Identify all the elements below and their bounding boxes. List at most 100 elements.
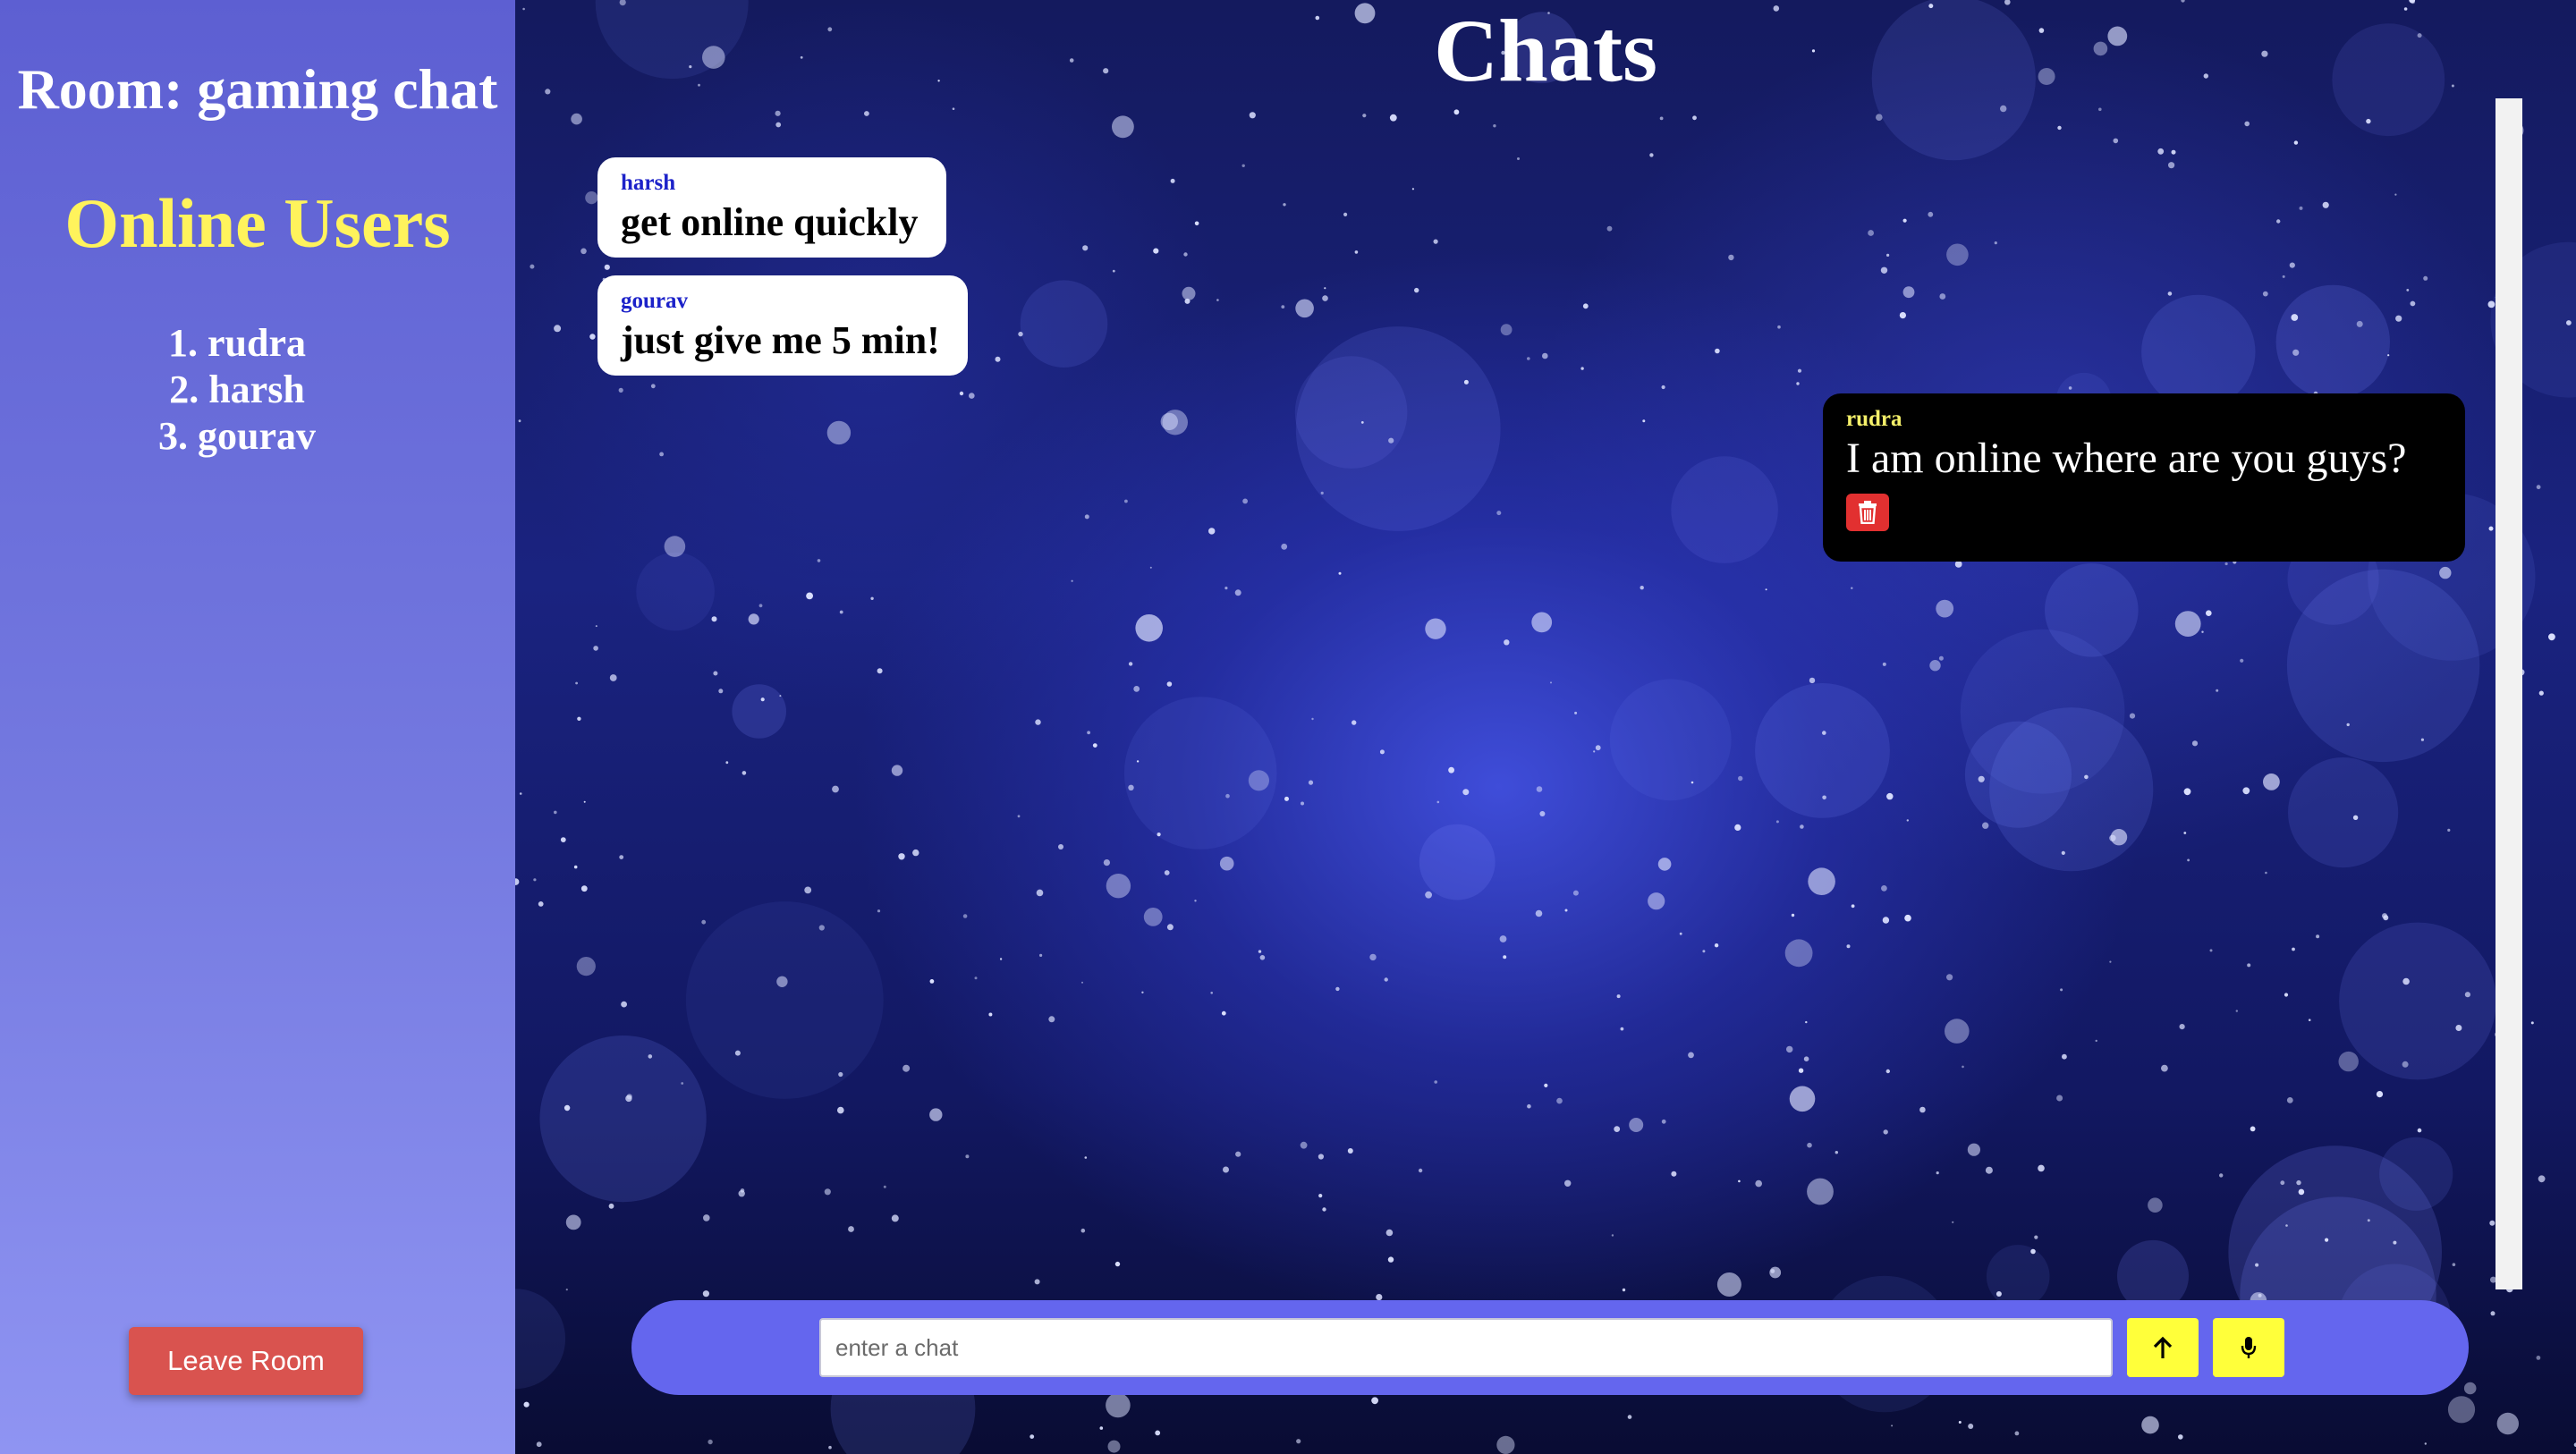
star — [2298, 1188, 2305, 1196]
star — [2538, 1175, 2546, 1183]
star — [995, 356, 1001, 362]
star — [2308, 1019, 2311, 1021]
delete-message-button[interactable] — [1846, 494, 1889, 531]
star — [523, 1401, 530, 1408]
star — [1248, 770, 1269, 791]
star — [898, 853, 905, 860]
bokeh-orb — [1419, 824, 1496, 900]
star — [959, 391, 964, 396]
star — [1170, 178, 1175, 183]
star — [1517, 157, 1520, 160]
star — [1058, 844, 1063, 850]
star — [1822, 795, 1826, 800]
star — [1649, 153, 1654, 157]
star — [1462, 789, 1470, 796]
star — [817, 559, 821, 562]
star — [1503, 955, 1507, 959]
bokeh-orb — [515, 1289, 566, 1390]
star — [554, 325, 562, 333]
star — [518, 419, 521, 423]
leave-room-button[interactable]: Leave Room — [129, 1327, 363, 1395]
voice-input-button[interactable] — [2213, 1318, 2284, 1377]
star — [1128, 784, 1134, 790]
star — [2356, 320, 2363, 327]
star — [1886, 253, 1890, 257]
star — [565, 1214, 581, 1230]
star — [1369, 953, 1377, 961]
star — [2402, 1061, 2409, 1068]
star — [1939, 293, 1946, 300]
star — [1728, 254, 1734, 261]
star — [902, 1064, 911, 1072]
star — [1379, 749, 1385, 755]
star — [2062, 1053, 2067, 1060]
star — [2452, 1263, 2456, 1266]
star — [1688, 1052, 1694, 1059]
star — [1164, 870, 1170, 875]
chat-input[interactable] — [819, 1318, 2113, 1377]
star — [2216, 689, 2219, 692]
star — [2183, 788, 2191, 796]
star — [832, 785, 839, 793]
star — [595, 625, 597, 628]
bokeh-orb — [2275, 284, 2390, 400]
star — [2394, 193, 2397, 196]
star — [2417, 1128, 2422, 1133]
star — [1891, 1424, 1894, 1427]
star — [1235, 1151, 1241, 1157]
send-button[interactable] — [2127, 1318, 2199, 1377]
message-text: I am online where are you guys? — [1846, 435, 2407, 482]
star — [1593, 750, 1596, 753]
star — [999, 958, 1003, 960]
star — [1807, 1178, 1834, 1205]
star — [711, 616, 717, 622]
star — [1657, 858, 1672, 871]
star — [1039, 953, 1043, 957]
star — [609, 674, 617, 681]
star — [2061, 850, 2065, 856]
bokeh-orb — [636, 552, 715, 631]
star — [1425, 618, 1446, 639]
star — [1335, 986, 1340, 992]
star — [848, 1226, 854, 1232]
bokeh-orb — [1986, 1245, 2050, 1308]
star — [2291, 314, 2299, 321]
chat-scrollbar[interactable] — [2496, 98, 2522, 1289]
star — [818, 925, 825, 931]
star — [1835, 1151, 1838, 1154]
star — [2224, 562, 2228, 566]
user-list-item: 3. gourav — [158, 414, 316, 458]
star — [1388, 437, 1394, 444]
star — [2464, 992, 2470, 998]
star — [1809, 677, 1816, 684]
bokeh-orb — [539, 1036, 707, 1203]
star — [1048, 1016, 1055, 1023]
star — [1595, 745, 1601, 751]
star — [1808, 867, 1835, 895]
star — [1527, 1103, 1531, 1109]
star — [2250, 1126, 2256, 1132]
star — [1574, 711, 1578, 714]
star — [583, 800, 586, 803]
star — [1902, 286, 1915, 299]
star — [538, 901, 544, 907]
star — [1071, 579, 1073, 582]
star — [1544, 1083, 1548, 1087]
star — [2113, 138, 2119, 144]
star — [1114, 1261, 1121, 1267]
star — [589, 334, 596, 340]
star — [2376, 1091, 2384, 1098]
star — [1622, 1288, 1626, 1292]
star — [1582, 303, 1589, 309]
star — [1504, 639, 1510, 646]
star — [1985, 1166, 1993, 1174]
star — [1936, 599, 1954, 618]
star — [870, 596, 874, 600]
star — [1539, 811, 1546, 816]
star — [1542, 352, 1548, 359]
star — [1952, 1221, 1954, 1223]
star — [740, 1188, 745, 1193]
star — [1141, 991, 1144, 994]
star — [2187, 858, 2190, 862]
star — [1527, 357, 1530, 360]
